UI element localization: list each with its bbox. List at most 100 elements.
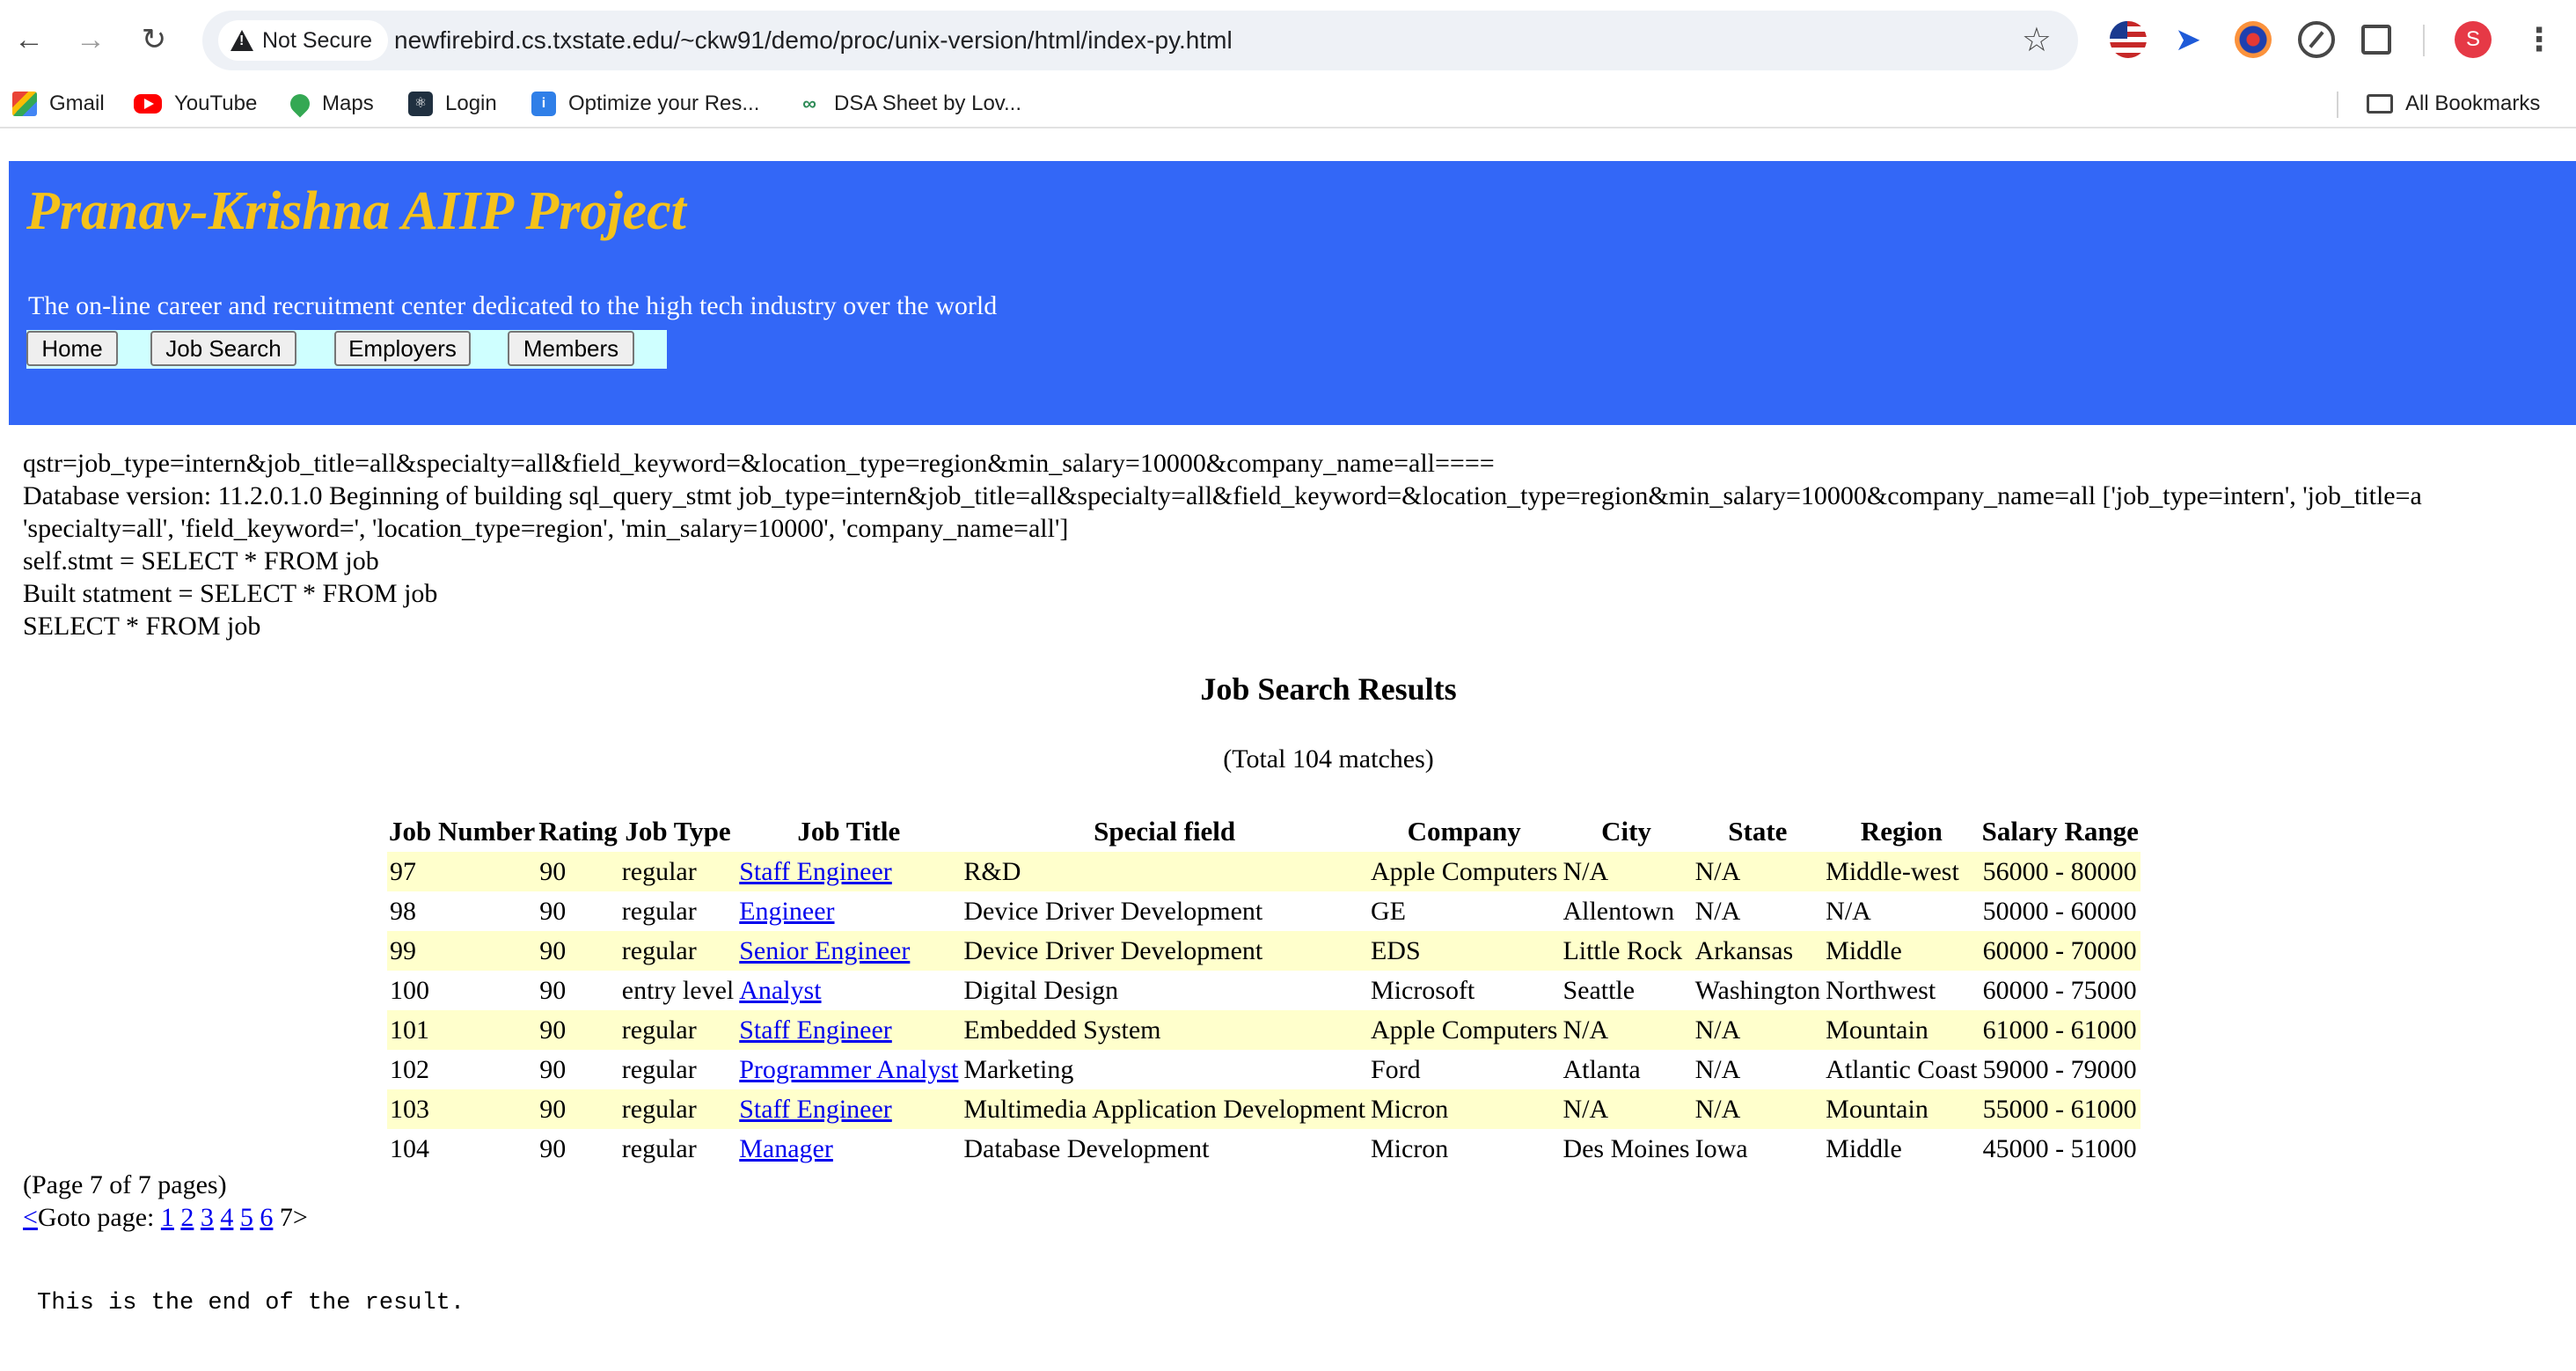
special-field-cell: R&D [961, 852, 1368, 891]
region-cell: Middle [1826, 1133, 1902, 1163]
job-number-cell: 103 [387, 1089, 538, 1129]
table-row: 102 90 regular Programmer Analyst Market… [387, 1050, 2141, 1089]
rating-cell: 90 [539, 1133, 567, 1163]
address-bar[interactable]: Not Secure newfirebird.cs.txstate.edu/~c… [202, 11, 2078, 70]
job-title-cell: Analyst [736, 971, 961, 1010]
bookmark-optimize[interactable]: i Optimize your Res... [531, 81, 759, 127]
maps-pin-icon [286, 90, 314, 118]
site-title: Pranav-Krishna AIIP Project [26, 181, 686, 241]
page-link-2[interactable]: 2 [180, 1203, 194, 1232]
special-field-cell: Device Driver Development [963, 896, 1263, 926]
job-number-cell: 97 [387, 852, 538, 891]
debug-sql-stmt: SELECT * FROM job [23, 612, 261, 641]
job-title-link[interactable]: Senior Engineer [739, 936, 910, 965]
state-cell: N/A [1694, 1054, 1741, 1084]
job-type-cell: regular [621, 896, 697, 926]
region-cell: Mountain [1823, 1010, 1980, 1050]
job-title-link[interactable]: Staff Engineer [739, 857, 892, 886]
table-row: 104 90 regular Manager Database Developm… [387, 1129, 2141, 1169]
back-arrow-icon[interactable]: ← [9, 19, 49, 60]
profile-avatar[interactable]: S [2455, 21, 2492, 58]
special-field-cell: Multimedia Application Development [961, 1089, 1368, 1129]
table-row: 100 90 entry level Analyst Digital Desig… [387, 971, 2141, 1010]
table-row: 103 90 regular Staff Engineer Multimedia… [387, 1089, 2141, 1129]
compass-extension-icon[interactable] [2298, 21, 2335, 58]
results-total-count: (Total 104 matches) [1223, 744, 1434, 773]
home-button[interactable]: Home [26, 331, 118, 366]
table-row: 99 90 regular Senior Engineer Device Dri… [387, 931, 2141, 971]
job-search-button[interactable]: Job Search [150, 331, 296, 366]
column-header: Region [1860, 816, 1943, 847]
job-title-cell: Staff Engineer [736, 1089, 962, 1129]
job-title-link[interactable]: Staff Engineer [739, 1095, 892, 1124]
paper-plane-extension-icon[interactable]: ➤ [2170, 21, 2206, 58]
bookmark-star-icon[interactable]: ☆ [2022, 19, 2052, 62]
extensions-puzzle-icon[interactable] [2361, 25, 2391, 55]
page-link-3[interactable]: 3 [201, 1203, 214, 1232]
job-title-link[interactable]: Programmer Analyst [739, 1055, 958, 1084]
site-security-chip[interactable]: Not Secure [218, 20, 389, 61]
reload-icon[interactable]: ↻ [134, 19, 174, 60]
city-cell: Allentown [1562, 896, 1675, 926]
employers-button[interactable]: Employers [334, 331, 471, 366]
results-heading: Job Search Results [1200, 671, 1457, 707]
rating-cell: 90 [537, 931, 619, 971]
bookmark-maps[interactable]: Maps [286, 81, 374, 127]
debug-db-version: Database version: 11.2.0.1.0 Beginning o… [23, 481, 2422, 510]
column-header: Special field [1094, 816, 1236, 847]
salary-range-cell: 60000 - 70000 [1980, 931, 2141, 971]
job-type-cell: regular [618, 1010, 737, 1050]
bookmark-label: YouTube [174, 92, 258, 115]
bookmark-dsa[interactable]: ∞ DSA Sheet by Lov... [797, 81, 1021, 127]
page-link-4[interactable]: 4 [220, 1203, 233, 1232]
page-link-5[interactable]: 5 [240, 1203, 253, 1232]
job-title-cell: Staff Engineer [736, 1010, 962, 1050]
column-header: Rating [538, 816, 618, 847]
job-title-link[interactable]: Analyst [739, 976, 821, 1005]
bookmark-label: DSA Sheet by Lov... [834, 92, 1022, 115]
rating-cell: 90 [537, 1010, 619, 1050]
city-cell: Little Rock [1560, 931, 1693, 971]
special-field-cell: Digital Design [963, 975, 1119, 1005]
company-cell: Ford [1370, 1054, 1421, 1084]
city-cell: Des Moines [1562, 1133, 1690, 1163]
previous-page-link[interactable]: < [23, 1203, 38, 1232]
job-number-cell: 101 [387, 1010, 538, 1050]
bookmarks-divider [2337, 92, 2338, 118]
goto-label: Goto page: [37, 1203, 155, 1232]
all-bookmarks-button[interactable]: All Bookmarks [2367, 81, 2540, 127]
forward-arrow-icon[interactable]: → [70, 19, 111, 60]
job-number-cell: 104 [390, 1133, 429, 1163]
document-icon: i [531, 92, 556, 116]
flag-extension-icon[interactable] [2110, 21, 2147, 58]
state-cell: N/A [1694, 896, 1741, 926]
target-extension-icon[interactable] [2235, 21, 2272, 58]
table-row: 97 90 regular Staff Engineer R&D Apple C… [387, 852, 2141, 891]
salary-range-cell: 59000 - 79000 [1982, 1054, 2137, 1084]
region-cell: Atlantic Coast [1826, 1054, 1978, 1084]
url-text[interactable]: newfirebird.cs.txstate.edu/~ckw91/demo/p… [394, 11, 1233, 70]
company-cell: Microsoft [1370, 975, 1475, 1005]
all-bookmarks-label: All Bookmarks [2405, 92, 2541, 115]
column-header: Job Type [625, 816, 731, 847]
city-cell: Atlanta [1562, 1054, 1641, 1084]
job-number-cell: 100 [390, 975, 429, 1005]
toolbar-divider [2423, 25, 2425, 56]
more-options-icon[interactable]: ⋮ [2523, 19, 2555, 60]
debug-self-stmt: self.stmt = SELECT * FROM job [23, 546, 379, 576]
job-title-link[interactable]: Engineer [739, 897, 834, 926]
column-header: State [1728, 816, 1788, 847]
rating-cell: 90 [539, 1054, 567, 1084]
members-button[interactable]: Members [508, 331, 634, 366]
bookmark-youtube[interactable]: YouTube [134, 81, 257, 127]
bookmark-login[interactable]: ⚛ Login [408, 81, 497, 127]
job-title-link[interactable]: Manager [739, 1134, 833, 1163]
bookmark-gmail[interactable]: Gmail [12, 81, 105, 127]
salary-range-cell: 60000 - 75000 [1982, 975, 2137, 1005]
state-cell: N/A [1692, 852, 1824, 891]
page-link-1[interactable]: 1 [161, 1203, 174, 1232]
page-link-6[interactable]: 6 [260, 1203, 273, 1232]
job-title-link[interactable]: Staff Engineer [739, 1015, 892, 1045]
page-info: (Page 7 of 7 pages) [23, 1170, 227, 1199]
city-cell: N/A [1560, 852, 1693, 891]
